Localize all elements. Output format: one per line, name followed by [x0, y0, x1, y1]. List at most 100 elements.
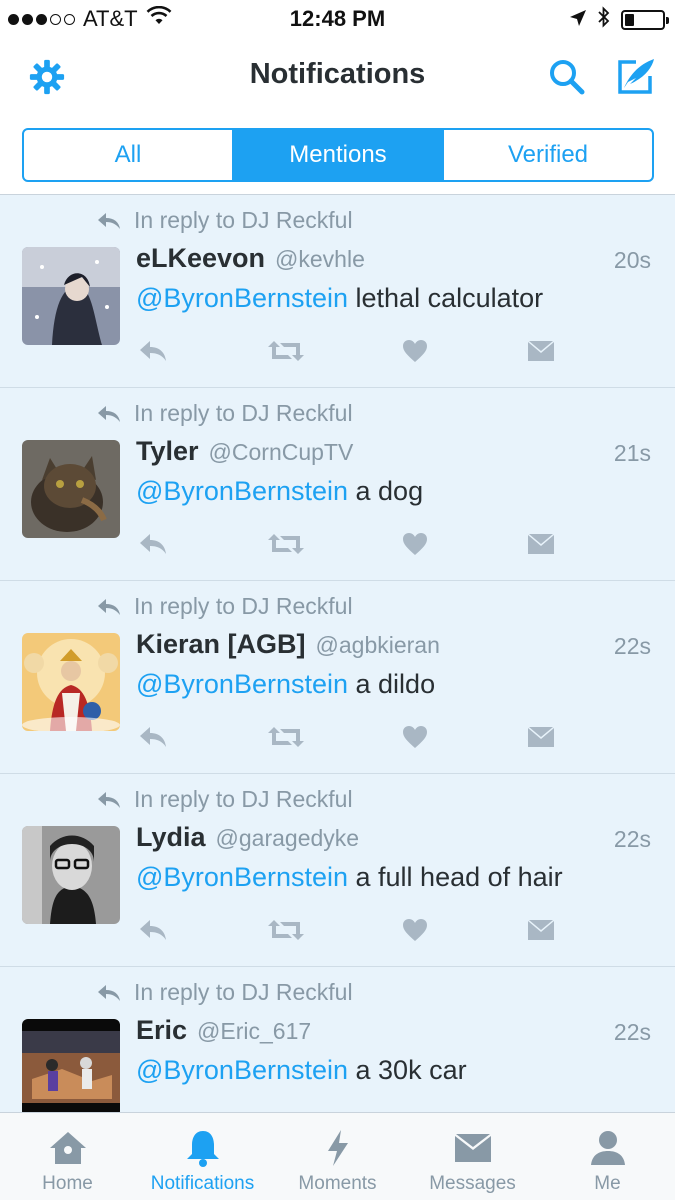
tab-label: Me — [594, 1173, 621, 1194]
tweet-actions — [136, 721, 566, 753]
like-button[interactable] — [398, 528, 432, 560]
battery-icon — [621, 10, 669, 30]
tab-messages[interactable]: Messages — [405, 1113, 540, 1200]
reply-button[interactable] — [136, 721, 170, 753]
reply-context: In reply to DJ Reckful — [96, 979, 353, 1006]
mention-link[interactable]: @ByronBernstein — [136, 283, 348, 313]
reply-arrow-icon — [98, 791, 120, 808]
reply-icon — [140, 920, 166, 940]
bottom-tab-bar: Home Notifications Moments Messages Me — [0, 1112, 675, 1200]
filter-tab-mentions[interactable]: Mentions — [234, 130, 444, 180]
reply-button[interactable] — [136, 914, 170, 946]
author-name[interactable]: Lydia — [136, 822, 206, 853]
avatar[interactable] — [22, 1019, 120, 1112]
tab-notifications[interactable]: Notifications — [135, 1113, 270, 1200]
tweet-item[interactable]: In reply to DJ Reckful eLKeevon @kevhle … — [0, 195, 675, 388]
retweet-button[interactable] — [266, 721, 306, 753]
tweet-item[interactable]: In reply to DJ Reckful Kieran [AGB] @agb… — [0, 581, 675, 774]
avatar[interactable] — [22, 826, 120, 924]
author-handle[interactable]: @kevhle — [275, 246, 365, 273]
status-right — [569, 6, 669, 34]
tweet-actions — [136, 335, 566, 367]
retweet-button[interactable] — [266, 914, 306, 946]
tweet-header: Eric @Eric_617 — [136, 1015, 651, 1046]
tab-me[interactable]: Me — [540, 1113, 675, 1200]
tweet-text: @ByronBernstein a dog — [136, 476, 661, 507]
reply-context-label: In reply to DJ Reckful — [134, 207, 353, 233]
reply-icon — [140, 534, 166, 554]
author-name[interactable]: Tyler — [136, 436, 199, 467]
envelope-icon — [528, 727, 554, 747]
tab-label: Home — [42, 1173, 93, 1194]
direct-message-button[interactable] — [524, 914, 558, 946]
tweet-timestamp: 22s — [613, 633, 651, 659]
mention-link[interactable]: @ByronBernstein — [136, 669, 348, 699]
tweet-body: lethal calculator — [348, 283, 544, 313]
retweet-icon — [268, 727, 304, 747]
person-icon — [589, 1129, 627, 1167]
retweet-button[interactable] — [266, 528, 306, 560]
tweet-text: @ByronBernstein a full head of hair — [136, 862, 661, 893]
reply-icon — [140, 727, 166, 747]
avatar[interactable] — [22, 440, 120, 538]
tweet-timestamp: 22s — [613, 826, 651, 852]
tweet-actions — [136, 914, 566, 946]
reply-arrow-icon — [98, 984, 120, 1001]
mentions-feed[interactable]: In reply to DJ Reckful eLKeevon @kevhle … — [0, 195, 675, 1112]
reply-context-label: In reply to DJ Reckful — [134, 593, 353, 619]
filter-tab-all[interactable]: All — [24, 130, 234, 180]
navigation-bar: Notifications — [0, 38, 675, 118]
author-name[interactable]: Eric — [136, 1015, 187, 1046]
heart-icon — [403, 726, 427, 748]
heart-icon — [403, 340, 427, 362]
retweet-icon — [268, 920, 304, 940]
filter-tab-verified[interactable]: Verified — [444, 130, 652, 180]
tweet-item[interactable]: In reply to DJ Reckful Eric @Eric_617 22… — [0, 967, 675, 1112]
avatar-image — [22, 826, 120, 924]
tweet-body: a 30k car — [348, 1055, 467, 1085]
retweet-icon — [268, 534, 304, 554]
retweet-button[interactable] — [266, 335, 306, 367]
tweet-text: @ByronBernstein lethal calculator — [136, 283, 661, 314]
avatar[interactable] — [22, 247, 120, 345]
tab-label: Messages — [429, 1173, 516, 1194]
tab-label: Notifications — [150, 1173, 255, 1194]
search-button[interactable] — [544, 54, 590, 100]
author-handle[interactable]: @CornCupTV — [209, 439, 354, 466]
reply-button[interactable] — [136, 528, 170, 560]
mention-link[interactable]: @ByronBernstein — [136, 862, 348, 892]
avatar-image — [22, 247, 120, 345]
author-name[interactable]: eLKeevon — [136, 243, 265, 274]
tweet-item[interactable]: In reply to DJ Reckful Tyler @CornCupTV … — [0, 388, 675, 581]
tab-label: Moments — [298, 1173, 377, 1194]
mention-link[interactable]: @ByronBernstein — [136, 1055, 348, 1085]
direct-message-button[interactable] — [524, 721, 558, 753]
heart-icon — [403, 919, 427, 941]
tweet-item[interactable]: In reply to DJ Reckful Lydia @garagedyke… — [0, 774, 675, 967]
compose-tweet-button[interactable] — [612, 54, 658, 100]
mention-link[interactable]: @ByronBernstein — [136, 476, 348, 506]
envelope-icon — [528, 534, 554, 554]
tab-moments[interactable]: Moments — [270, 1113, 405, 1200]
envelope-icon — [528, 920, 554, 940]
notification-filter-tabs: All Mentions Verified — [22, 128, 654, 182]
like-button[interactable] — [398, 721, 432, 753]
author-name[interactable]: Kieran [AGB] — [136, 629, 306, 660]
like-button[interactable] — [398, 335, 432, 367]
direct-message-button[interactable] — [524, 335, 558, 367]
location-arrow-icon — [569, 7, 587, 33]
avatar[interactable] — [22, 633, 120, 731]
tweet-header: Lydia @garagedyke — [136, 822, 651, 853]
reply-button[interactable] — [136, 335, 170, 367]
like-button[interactable] — [398, 914, 432, 946]
author-handle[interactable]: @Eric_617 — [197, 1018, 311, 1045]
author-handle[interactable]: @garagedyke — [216, 825, 360, 852]
reply-context: In reply to DJ Reckful — [96, 786, 353, 813]
lightning-icon — [325, 1129, 351, 1167]
author-handle[interactable]: @agbkieran — [316, 632, 440, 659]
avatar-image — [22, 633, 120, 731]
envelope-icon — [453, 1129, 493, 1167]
reply-context: In reply to DJ Reckful — [96, 207, 353, 234]
direct-message-button[interactable] — [524, 528, 558, 560]
tab-home[interactable]: Home — [0, 1113, 135, 1200]
